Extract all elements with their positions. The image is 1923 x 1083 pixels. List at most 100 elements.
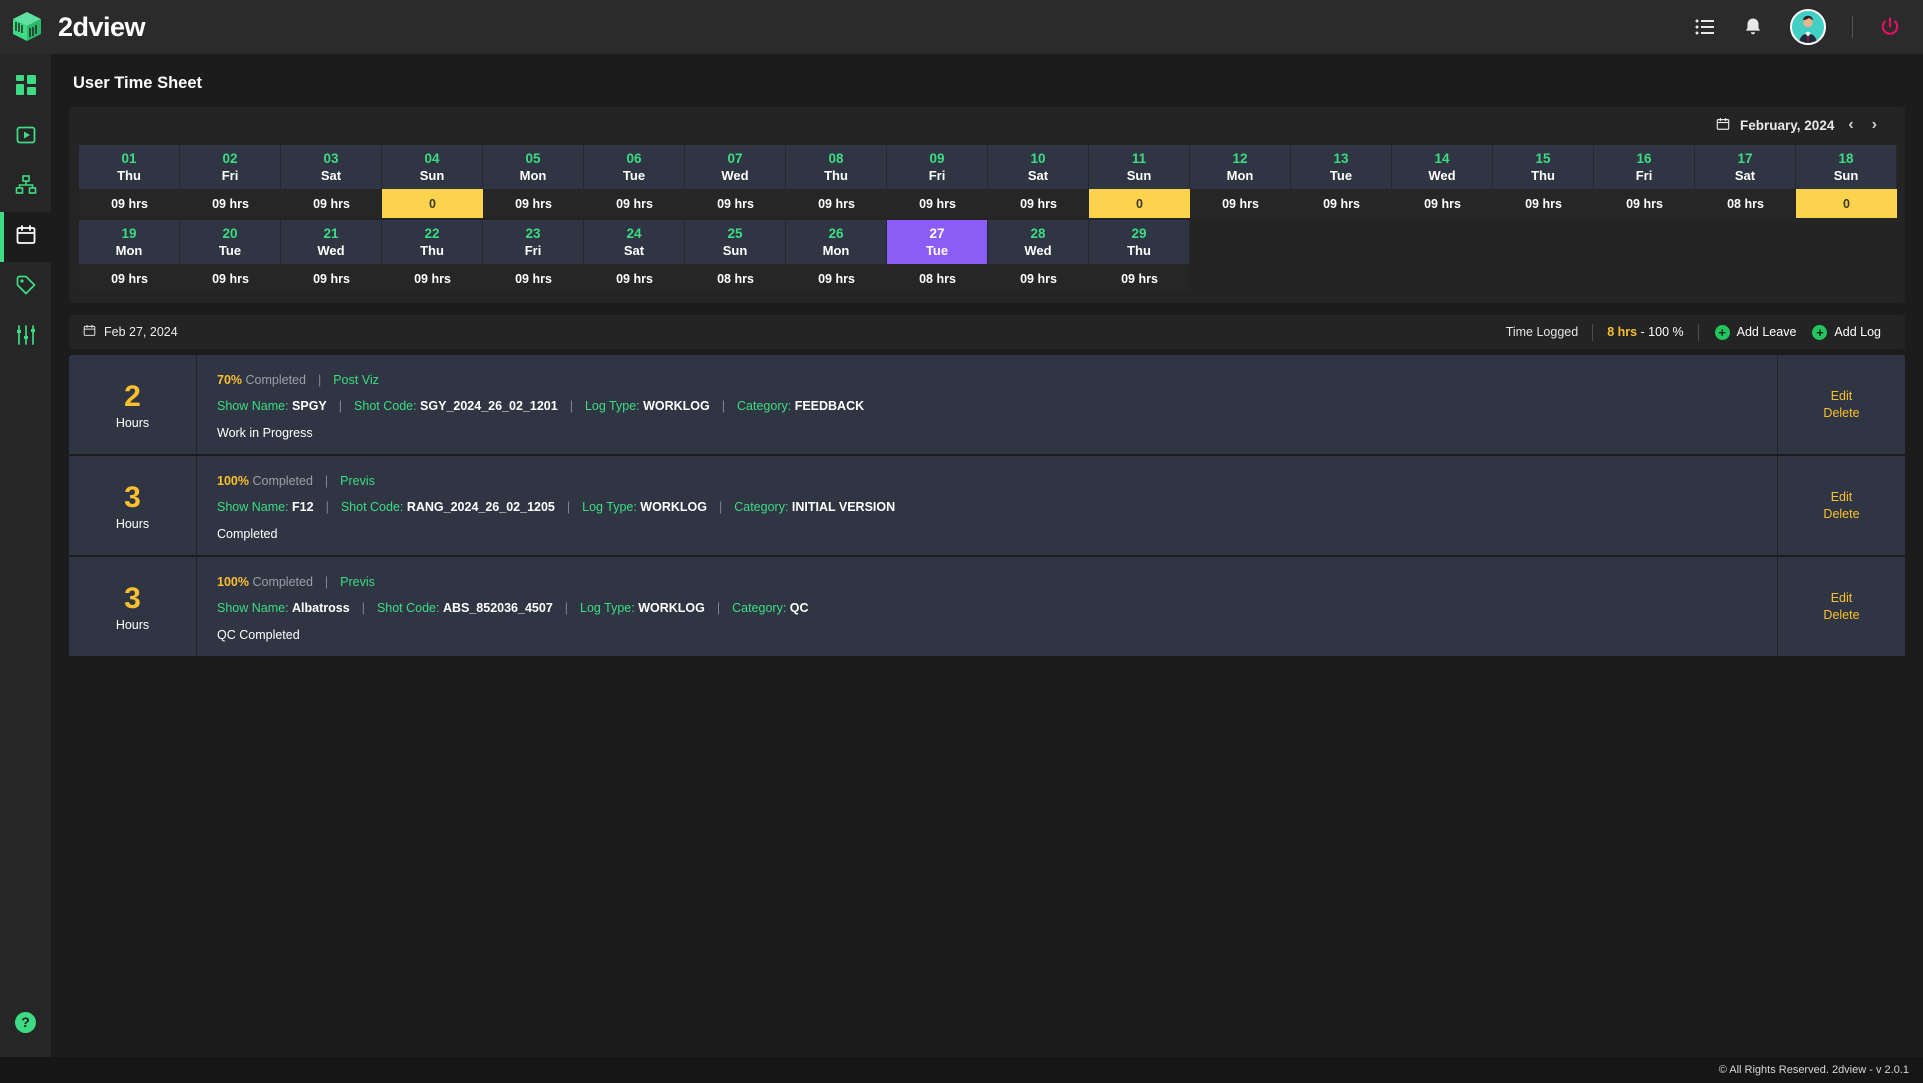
calendar-day-cell: 15 Thu	[1493, 145, 1594, 189]
add-leave-button[interactable]: + Add Leave	[1699, 324, 1797, 340]
day-hours-03[interactable]: 09 hrs	[281, 189, 382, 218]
calendar-day-21[interactable]: 21 Wed	[281, 220, 382, 264]
day-hours-09[interactable]: 09 hrs	[887, 189, 988, 218]
show-name-value: SPGY	[292, 399, 327, 413]
edit-button[interactable]: Edit	[1831, 389, 1853, 403]
calendar-day-23[interactable]: 23 Fri	[483, 220, 584, 264]
separator: |	[564, 601, 569, 615]
avatar[interactable]	[1790, 9, 1826, 45]
calendar-day-26[interactable]: 26 Mon	[786, 220, 887, 264]
log-note: Work in Progress	[217, 426, 313, 440]
delete-button[interactable]: Delete	[1823, 507, 1859, 521]
log-type-value: WORKLOG	[643, 399, 710, 413]
day-hours-18[interactable]: 0	[1796, 189, 1897, 218]
prev-month-button[interactable]: ‹	[1844, 117, 1857, 133]
day-hours-01[interactable]: 09 hrs	[79, 189, 180, 218]
sidebar-item-tags[interactable]	[0, 262, 51, 312]
sidebar-item-dashboard[interactable]	[0, 62, 51, 112]
calendar-day-10[interactable]: 10 Sat	[988, 145, 1089, 189]
sidebar-item-hierarchy[interactable]	[0, 162, 51, 212]
sidebar-item-media[interactable]	[0, 112, 51, 162]
calendar-day-19[interactable]: 19 Mon	[79, 220, 180, 264]
day-hours-05[interactable]: 09 hrs	[483, 189, 584, 218]
calendar-day-04[interactable]: 04 Sun	[382, 145, 483, 189]
day-hours-19[interactable]: 09 hrs	[79, 264, 180, 293]
calendar-day-03[interactable]: 03 Sat	[281, 145, 382, 189]
calendar-day-07[interactable]: 07 Wed	[685, 145, 786, 189]
footer-text: © All Rights Reserved. 2dview - v 2.0.1	[1718, 1064, 1909, 1076]
calendar-day-27[interactable]: 27 Tue	[887, 220, 988, 264]
log-row: 3 Hours 100% Completed | Previs Show Name: F1…	[69, 456, 1905, 557]
calendar-day-24[interactable]: 24 Sat	[584, 220, 685, 264]
month-picker[interactable]: February, 2024 ‹ ›	[1716, 117, 1881, 134]
edit-button[interactable]: Edit	[1831, 591, 1853, 605]
calendar-day-14[interactable]: 14 Wed	[1392, 145, 1493, 189]
day-hours-29[interactable]: 09 hrs	[1089, 264, 1190, 293]
day-name: Fri	[524, 243, 542, 258]
day-hours-14[interactable]: 09 hrs	[1392, 189, 1493, 218]
shot-code-value: SGY_2024_26_02_1201	[420, 399, 558, 413]
calendar-hours-cell: 09 hrs	[584, 264, 685, 293]
add-log-button[interactable]: + Add Log	[1796, 324, 1881, 340]
delete-button[interactable]: Delete	[1823, 406, 1859, 420]
day-hours-27[interactable]: 08 hrs	[887, 264, 988, 293]
sidebar-item-help[interactable]: ?	[0, 987, 51, 1057]
day-hours-13[interactable]: 09 hrs	[1291, 189, 1392, 218]
add-leave-label: Add Leave	[1736, 325, 1797, 339]
brand[interactable]: 2dview	[10, 10, 146, 44]
list-icon[interactable]	[1694, 16, 1716, 38]
day-hours-10[interactable]: 09 hrs	[988, 189, 1089, 218]
day-hours-26[interactable]: 09 hrs	[786, 264, 887, 293]
calendar-day-06[interactable]: 06 Tue	[584, 145, 685, 189]
day-hours-25[interactable]: 08 hrs	[685, 264, 786, 293]
calendar-day-18[interactable]: 18 Sun	[1796, 145, 1897, 189]
calendar-day-25[interactable]: 25 Sun	[685, 220, 786, 264]
next-month-button[interactable]: ›	[1868, 117, 1881, 133]
bell-icon[interactable]	[1742, 16, 1764, 38]
calendar-day-cell: 07 Wed	[685, 145, 786, 189]
day-hours-16[interactable]: 09 hrs	[1594, 189, 1695, 218]
day-hours-28[interactable]: 09 hrs	[988, 264, 1089, 293]
day-hours-21[interactable]: 09 hrs	[281, 264, 382, 293]
calendar-day-12[interactable]: 12 Mon	[1190, 145, 1291, 189]
day-hours-17[interactable]: 08 hrs	[1695, 189, 1796, 218]
calendar-day-08[interactable]: 08 Thu	[786, 145, 887, 189]
day-hours-04[interactable]: 0	[382, 189, 483, 218]
day-hours-15[interactable]: 09 hrs	[1493, 189, 1594, 218]
calendar-day-16[interactable]: 16 Fri	[1594, 145, 1695, 189]
day-hours-20[interactable]: 09 hrs	[180, 264, 281, 293]
day-name: Tue	[1329, 168, 1353, 183]
calendar-day-22[interactable]: 22 Thu	[382, 220, 483, 264]
calendar-day-cell: 04 Sun	[382, 145, 483, 189]
day-hours-08[interactable]: 09 hrs	[786, 189, 887, 218]
day-hours-06[interactable]: 09 hrs	[584, 189, 685, 218]
sidebar-item-timesheet[interactable]	[0, 212, 51, 262]
day-hours-11[interactable]: 0	[1089, 189, 1190, 218]
delete-button[interactable]: Delete	[1823, 608, 1859, 622]
calendar-day-20[interactable]: 20 Tue	[180, 220, 281, 264]
log-body: 100% Completed | Previs Show Name: Albatros…	[197, 557, 1777, 656]
day-hours-12[interactable]: 09 hrs	[1190, 189, 1291, 218]
day-hours-23[interactable]: 09 hrs	[483, 264, 584, 293]
sidebar-item-settings[interactable]	[0, 312, 51, 362]
calendar-day-02[interactable]: 02 Fri	[180, 145, 281, 189]
calendar-day-15[interactable]: 15 Thu	[1493, 145, 1594, 189]
calendar-day-05[interactable]: 05 Mon	[483, 145, 584, 189]
calendar-day-cell: 12 Mon	[1190, 145, 1291, 189]
calendar-day-01[interactable]: 01 Thu	[79, 145, 180, 189]
calendar-day-17[interactable]: 17 Sat	[1695, 145, 1796, 189]
day-hours-22[interactable]: 09 hrs	[382, 264, 483, 293]
day-hours-07[interactable]: 09 hrs	[685, 189, 786, 218]
completion-label: Completed	[245, 373, 306, 387]
power-icon[interactable]	[1879, 16, 1901, 38]
calendar-day-29[interactable]: 29 Thu	[1089, 220, 1190, 264]
calendar-day-09[interactable]: 09 Fri	[887, 145, 988, 189]
calendar-day-13[interactable]: 13 Tue	[1291, 145, 1392, 189]
calendar-day-11[interactable]: 11 Sun	[1089, 145, 1190, 189]
calendar-day-28[interactable]: 28 Wed	[988, 220, 1089, 264]
calendar-day-cell: 19 Mon	[79, 220, 180, 264]
calendar-day-cell: 26 Mon	[786, 220, 887, 264]
edit-button[interactable]: Edit	[1831, 490, 1853, 504]
day-hours-02[interactable]: 09 hrs	[180, 189, 281, 218]
day-hours-24[interactable]: 09 hrs	[584, 264, 685, 293]
